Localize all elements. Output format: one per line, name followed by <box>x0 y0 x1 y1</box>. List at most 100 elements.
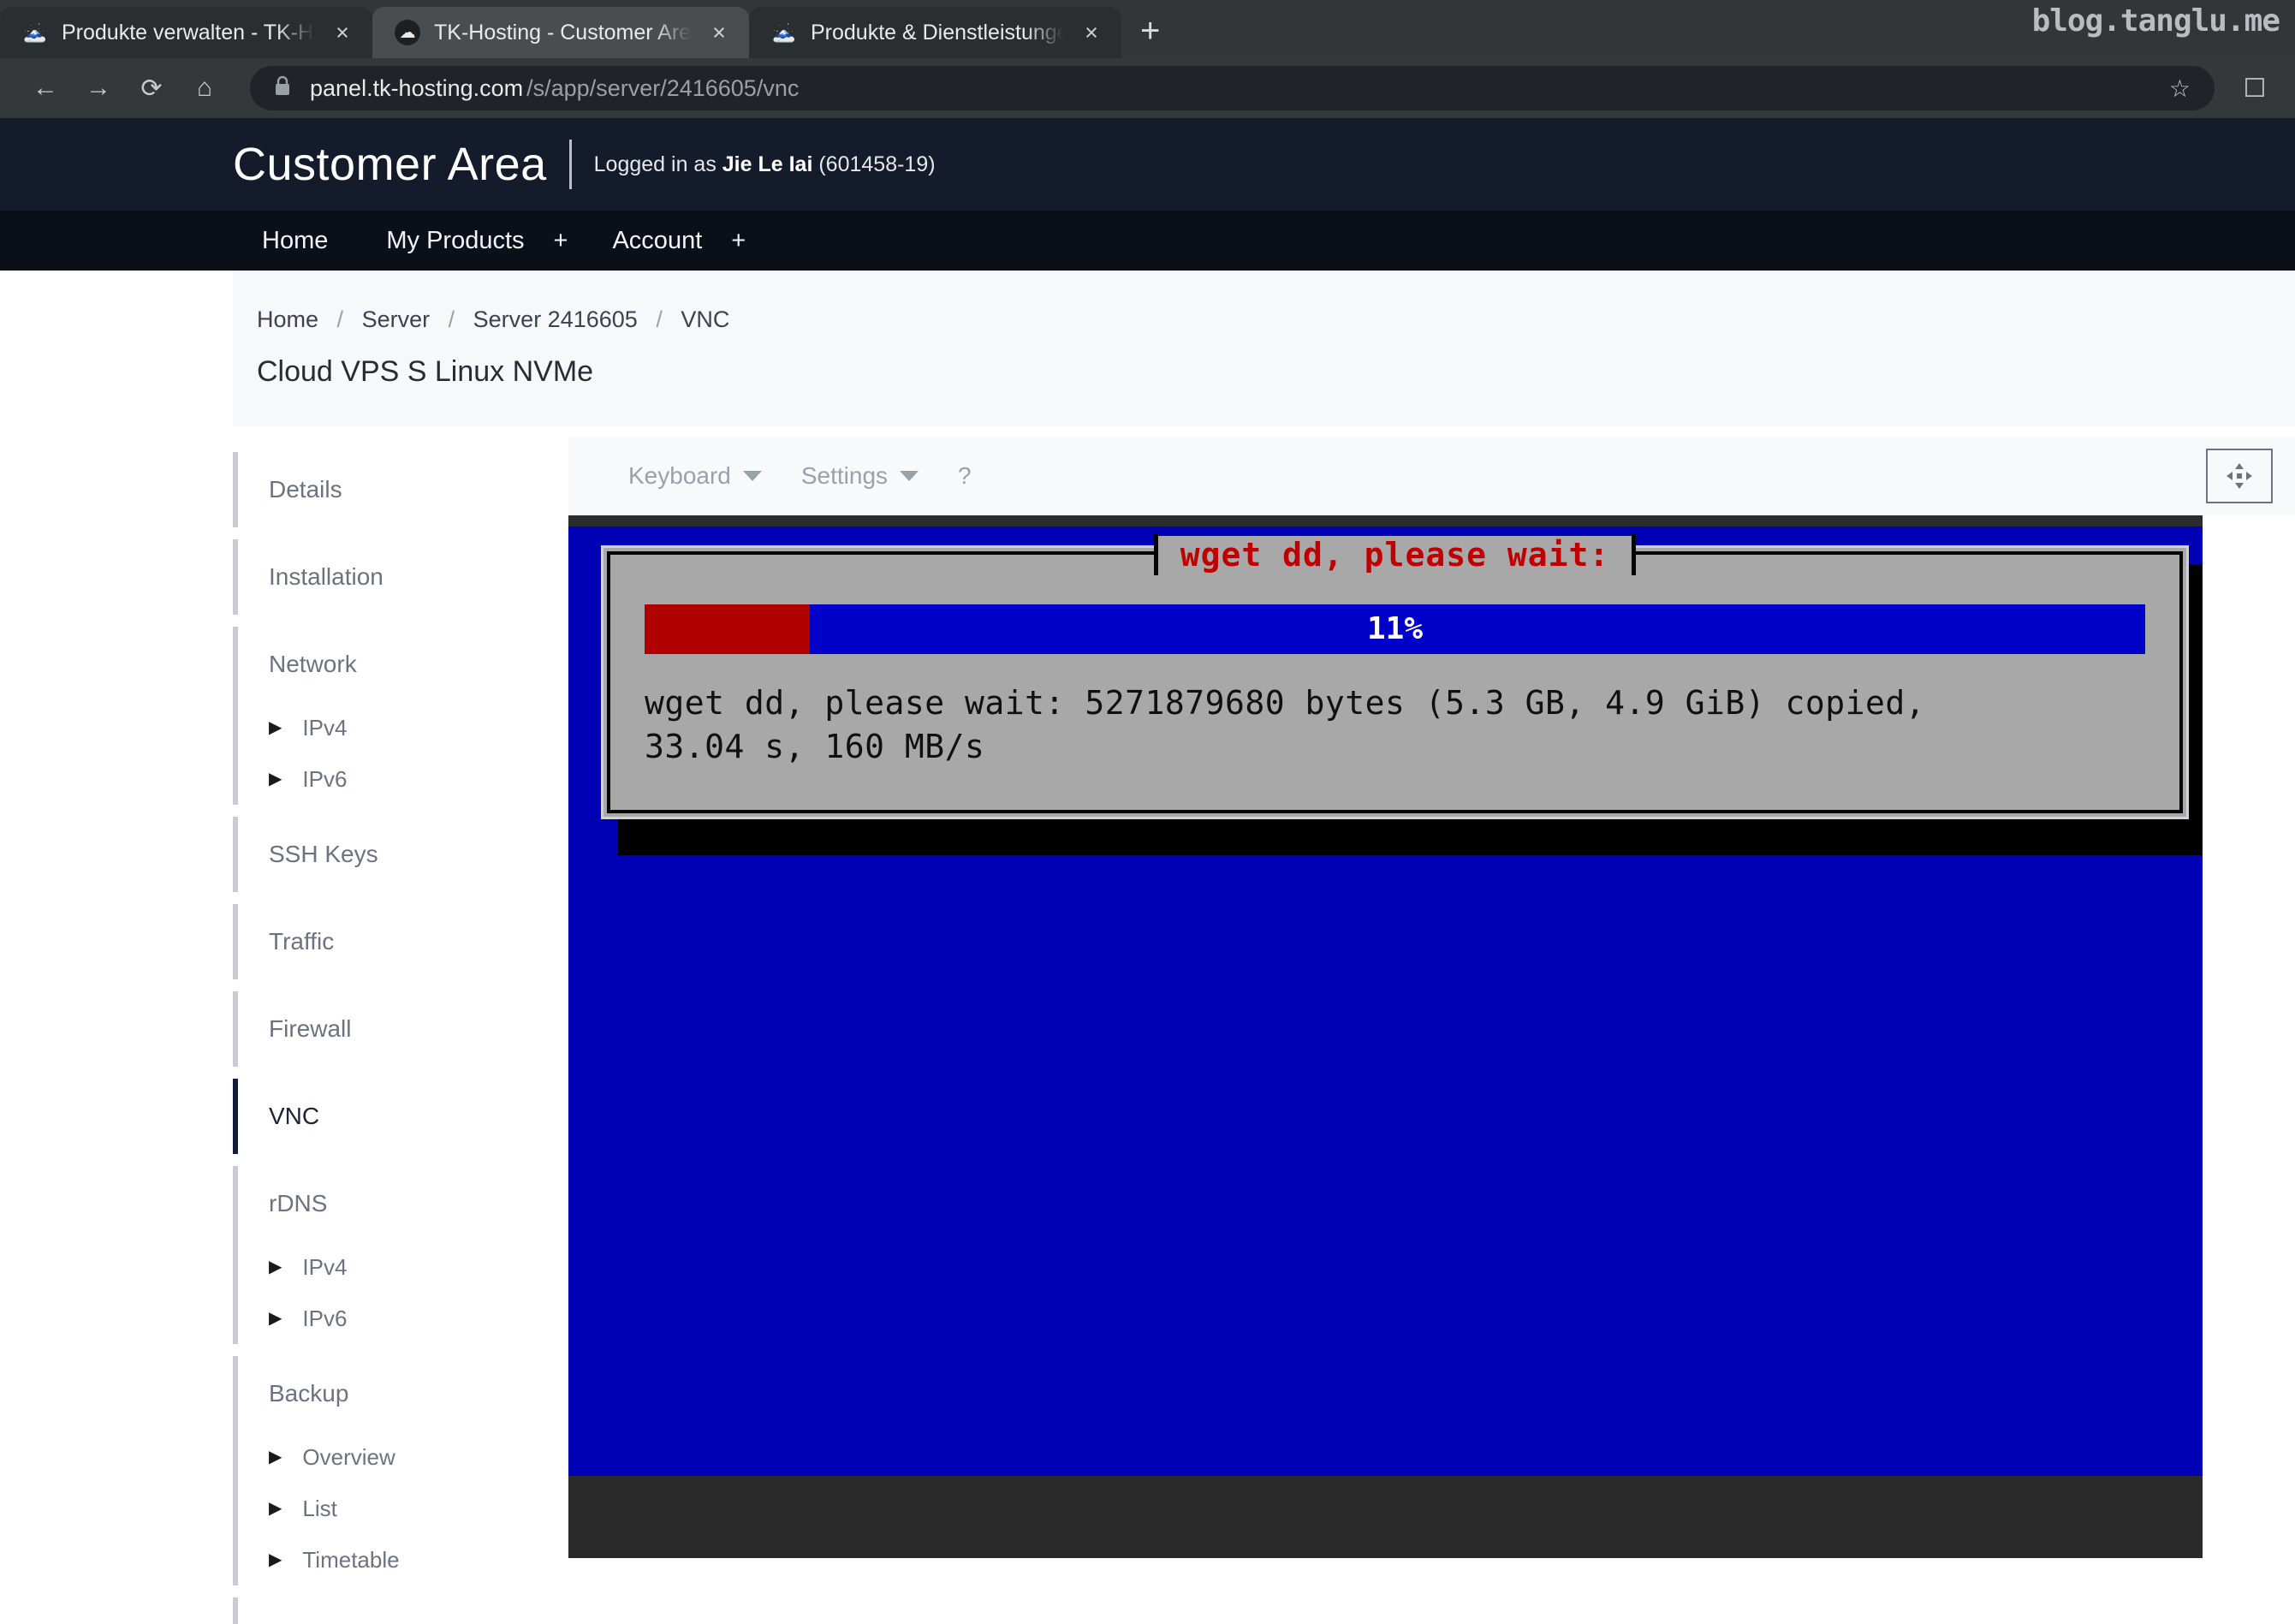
dialog-title-bar: wget dd, please wait: <box>610 534 2179 575</box>
sidebar-sublabel: IPv6 <box>302 1305 348 1331</box>
sidebar-subitem-rdns-ipv4[interactable]: ▶ IPv4 <box>233 1241 558 1293</box>
sidebar-item-monitoring[interactable]: Monitoring <box>233 1597 558 1624</box>
status-line-1: wget dd, please wait: 5271879680 bytes (… <box>645 684 1926 722</box>
browser-tab-0[interactable]: 🗻 Produkte verwalten - TK-Hosti × <box>0 7 372 58</box>
site-title: Customer Area <box>233 139 547 190</box>
forward-icon[interactable]: → <box>72 62 125 115</box>
caret-right-icon: ▶ <box>269 1309 282 1328</box>
tab-title: Produkte verwalten - TK-Hosti <box>62 20 314 45</box>
breadcrumb-item-vnc[interactable]: VNC <box>681 306 729 332</box>
sidebar-sublabel: Overview <box>302 1443 395 1470</box>
caret-right-icon: ▶ <box>269 1258 282 1276</box>
keyboard-label: Keyboard <box>628 462 731 489</box>
logged-in-status: Logged in as Jie Le Iai (601458-19) <box>594 152 936 177</box>
breadcrumb-item-server-id[interactable]: Server 2416605 <box>473 306 638 332</box>
nav-item-my-products[interactable]: My Products <box>357 211 553 271</box>
header-divider <box>568 140 572 189</box>
sidebar-label: Details <box>269 476 342 503</box>
title-bar-right-tick <box>1632 534 1637 575</box>
sidebar-subitem-backup-overview[interactable]: ▶ Overview <box>233 1431 558 1483</box>
tab-close-icon[interactable]: × <box>1077 21 1106 45</box>
sidebar-label: VNC <box>269 1103 320 1129</box>
progress-bar: 11% <box>645 604 2145 654</box>
vnc-right-margin <box>2203 515 2295 1558</box>
sidebar-item-details[interactable]: Details <box>233 452 558 527</box>
settings-dropdown[interactable]: Settings <box>801 462 919 490</box>
chevron-down-icon <box>742 471 762 481</box>
sidebar-subitem-backup-list[interactable]: ▶ List <box>233 1483 558 1534</box>
sidebar-label: Backup <box>269 1380 349 1407</box>
sidebar-item-vnc[interactable]: VNC <box>233 1079 558 1154</box>
address-bar[interactable]: panel.tk-hosting.com /s/app/server/24166… <box>250 66 2215 110</box>
breadcrumb-item-server[interactable]: Server <box>362 306 431 332</box>
main-navbar: Home My Products + Account + <box>0 211 2295 271</box>
sidebar-item-ssh-keys[interactable]: SSH Keys <box>233 817 558 892</box>
sidebar-label: SSH Keys <box>269 841 378 867</box>
sidebar-item-traffic[interactable]: Traffic <box>233 904 558 979</box>
nav-account-expand-icon[interactable]: + <box>731 227 761 255</box>
vnc-viewport[interactable]: wget dd, please wait: 11% wget dd, pleas… <box>568 515 2295 1558</box>
logged-in-prefix: Logged in as <box>593 152 722 176</box>
sidebar-label: Network <box>269 651 357 677</box>
sidebar-sublabel: IPv4 <box>302 714 348 741</box>
bookmark-star-icon[interactable]: ☆ <box>2169 74 2191 103</box>
dialog-title-text: wget dd, please wait: <box>1157 536 1632 574</box>
page-title: Cloud VPS S Linux NVMe <box>257 355 594 388</box>
cloud-favicon-icon: ☁ <box>395 20 420 45</box>
window-icon[interactable]: ☐ <box>2233 74 2276 104</box>
new-tab-button[interactable]: + <box>1140 14 1160 48</box>
caret-right-icon: ▶ <box>269 1448 282 1466</box>
sidebar-item-rdns[interactable]: rDNS <box>233 1166 558 1241</box>
sidebar-sublabel: Timetable <box>302 1546 400 1573</box>
nav-my-products-expand-icon[interactable]: + <box>554 227 584 255</box>
nav-item-account[interactable]: Account <box>583 211 731 271</box>
tab-close-icon[interactable]: × <box>705 21 734 45</box>
sidebar-subitem-network-ipv4[interactable]: ▶ IPv4 <box>233 702 558 753</box>
lock-icon <box>274 75 291 102</box>
breadcrumb-separator: / <box>448 306 455 332</box>
sidebar-subitem-rdns-ipv6[interactable]: ▶ IPv6 <box>233 1293 558 1344</box>
sidebar-label: Firewall <box>269 1015 352 1042</box>
breadcrumb-item-home[interactable]: Home <box>257 306 318 332</box>
caret-right-icon: ▶ <box>269 1499 282 1518</box>
left-gutter-lower <box>0 426 233 1624</box>
progress-percent-label: 11% <box>1366 611 1424 646</box>
browser-window: 🗻 Produkte verwalten - TK-Hosti × ☁ TK-H… <box>0 0 2295 1624</box>
sidebar-label: rDNS <box>269 1190 328 1217</box>
site-header: Customer Area Logged in as Jie Le Iai (6… <box>0 118 2295 211</box>
tab-close-icon[interactable]: × <box>328 21 357 45</box>
nav-item-home[interactable]: Home <box>233 211 357 271</box>
breadcrumb-separator: / <box>656 306 663 332</box>
sidebar-subitem-network-ipv6[interactable]: ▶ IPv6 <box>233 753 558 805</box>
sidebar-item-backup[interactable]: Backup <box>233 1356 558 1431</box>
sidebar-label: Traffic <box>269 928 335 955</box>
reload-icon[interactable]: ⟳ <box>125 62 178 115</box>
caret-right-icon: ▶ <box>269 1550 282 1569</box>
dialog-status-text: wget dd, please wait: 5271879680 bytes (… <box>645 681 2162 770</box>
fullscreen-button[interactable] <box>2206 449 2273 503</box>
help-button[interactable]: ? <box>958 462 972 490</box>
back-icon[interactable]: ← <box>19 62 72 115</box>
move-arrows-icon <box>2227 463 2252 489</box>
browser-tab-1[interactable]: ☁ TK-Hosting - Customer Area × <box>372 7 749 58</box>
chevron-down-icon <box>900 471 919 481</box>
home-icon[interactable]: ⌂ <box>178 62 231 115</box>
status-line-2: 33.04 s, 160 MB/s <box>645 728 985 766</box>
sidebar-item-network[interactable]: Network <box>233 627 558 702</box>
keyboard-dropdown[interactable]: Keyboard <box>628 462 762 490</box>
breadcrumb: Home / Server / Server 2416605 / VNC <box>233 271 2295 333</box>
sidebar-item-firewall[interactable]: Firewall <box>233 991 558 1067</box>
caret-right-icon: ▶ <box>269 770 282 788</box>
sidebar-subitem-backup-timetable[interactable]: ▶ Timetable <box>233 1534 558 1585</box>
tk-favicon-icon: 🗻 <box>772 21 796 43</box>
browser-tab-2[interactable]: 🗻 Produkte & Dienstleistungen × <box>749 7 1121 58</box>
sidebar-item-installation[interactable]: Installation <box>233 539 558 615</box>
tk-favicon-icon: 🗻 <box>23 21 47 43</box>
vnc-bottom-bar <box>568 1476 2295 1558</box>
url-domain: panel.tk-hosting.com <box>310 74 524 101</box>
settings-label: Settings <box>800 462 889 489</box>
